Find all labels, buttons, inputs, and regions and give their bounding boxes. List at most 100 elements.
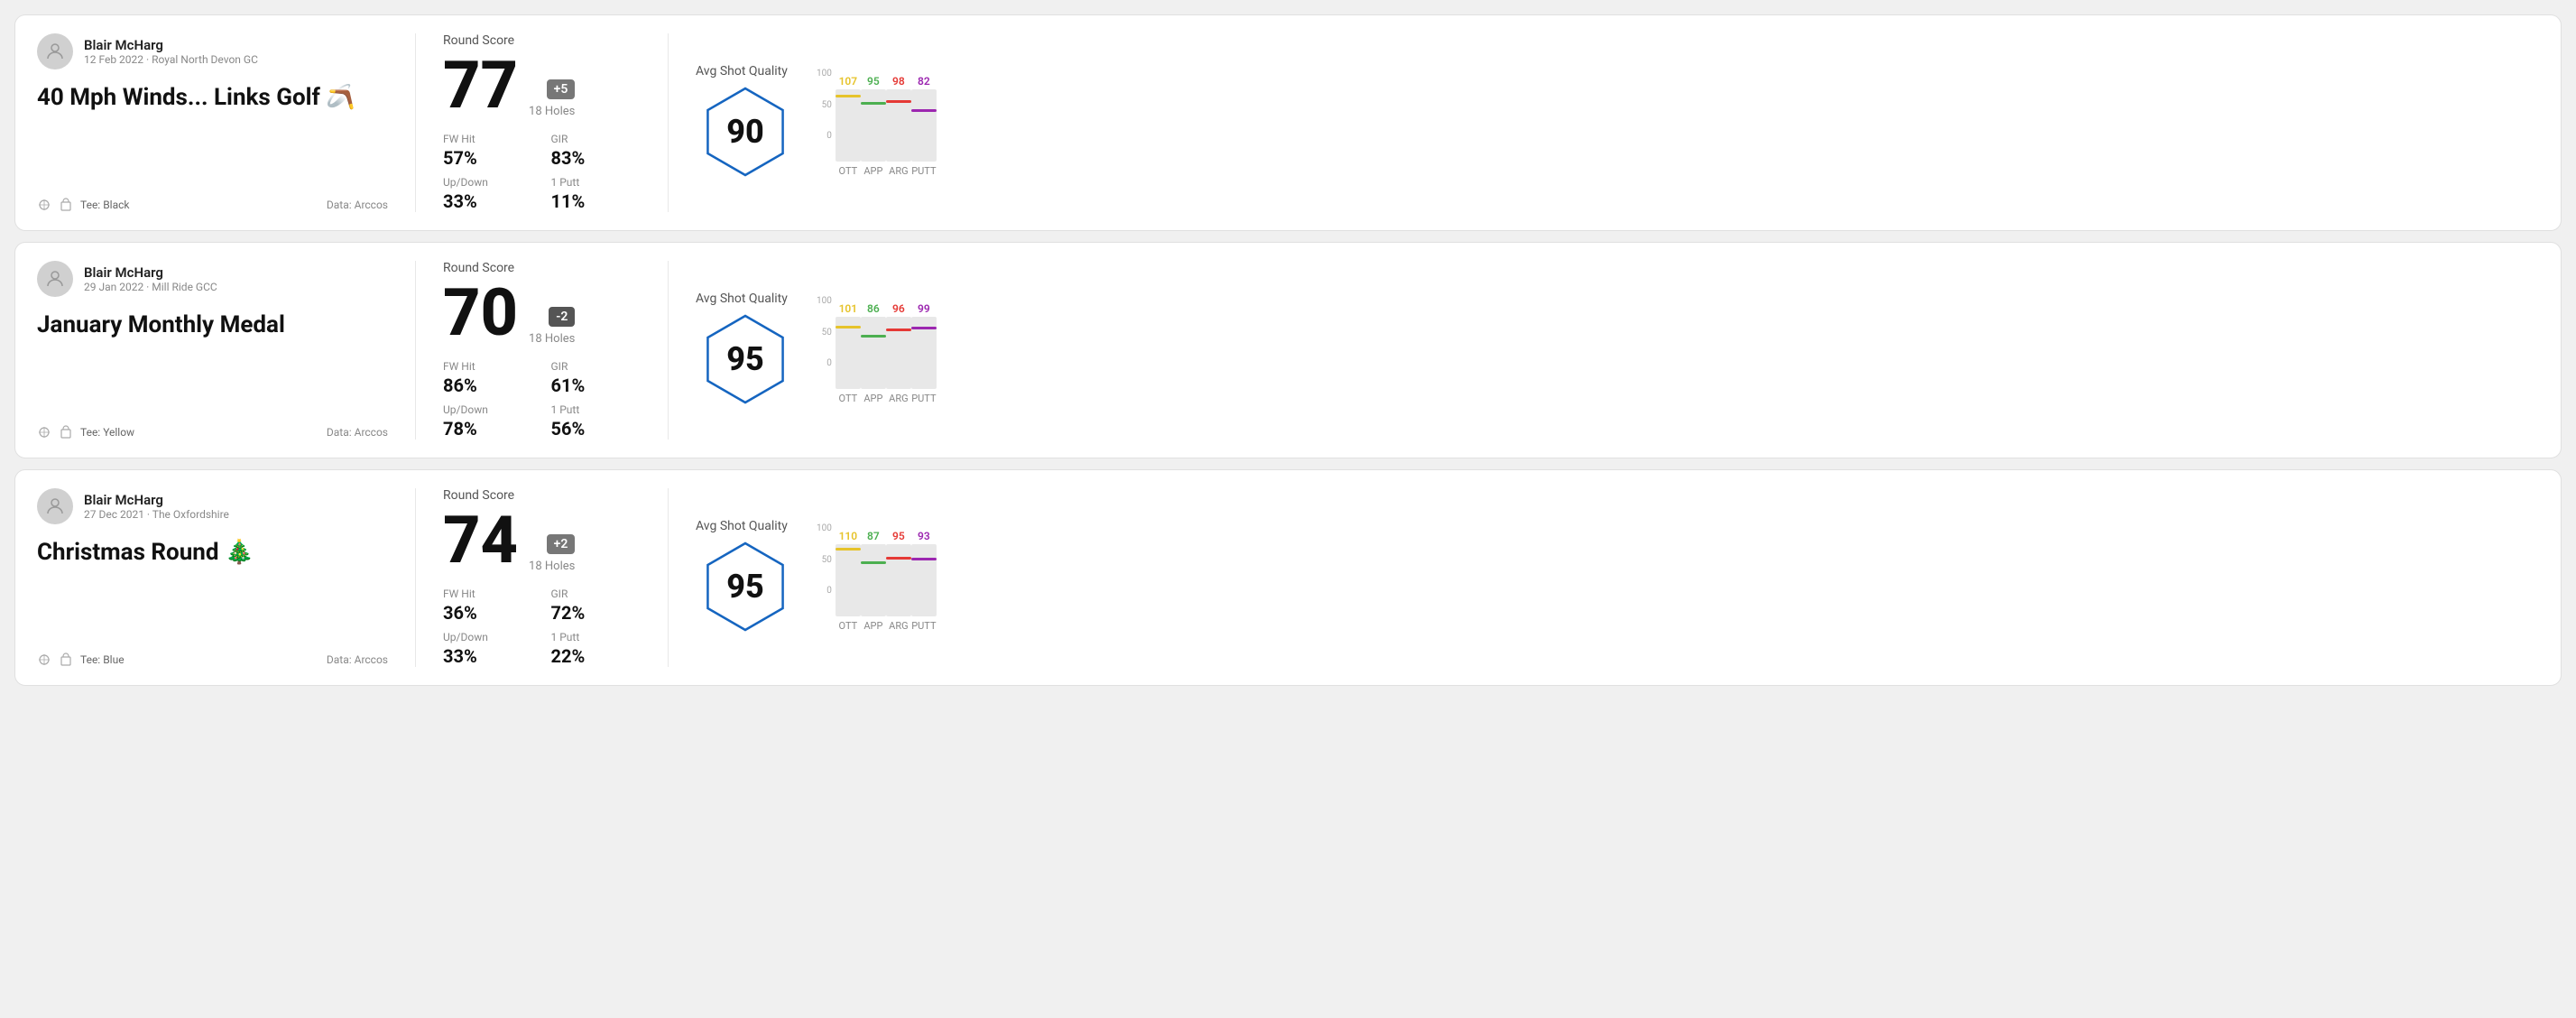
tee-label: Tee: Black (80, 199, 129, 211)
bar-line (911, 109, 937, 112)
stat-value: 78% (443, 418, 533, 440)
chart-column: 107OTT (836, 75, 861, 177)
hex-score: 95 (726, 568, 764, 606)
left-section: Blair McHarg12 Feb 2022 · Royal North De… (37, 33, 416, 212)
bar-value: 99 (918, 302, 930, 315)
bar-container (861, 317, 886, 389)
stats-grid: FW Hit57%GIR83%Up/Down33%1 Putt11% (443, 133, 641, 212)
bar-value: 86 (867, 302, 880, 315)
bar-value: 96 (892, 302, 905, 315)
user-info: Blair McHarg12 Feb 2022 · Royal North De… (84, 37, 258, 66)
bar-bg (861, 317, 886, 389)
chart-label: ARG (889, 165, 908, 177)
bar-bg (911, 89, 937, 162)
bar-line (861, 102, 886, 105)
round-card-round-1: Blair McHarg12 Feb 2022 · Royal North De… (14, 14, 2562, 231)
bar-bg (861, 89, 886, 162)
bar-line (836, 95, 861, 97)
quality-label: Avg Shot Quality (696, 519, 788, 533)
stat-label: GIR (551, 133, 642, 145)
stat-item: GIR61% (551, 360, 642, 396)
user-info: Blair McHarg29 Jan 2022 · Mill Ride GCC (84, 264, 217, 293)
chart-label: OTT (839, 620, 858, 632)
bag-icon (59, 198, 73, 212)
user-meta: 12 Feb 2022 · Royal North Devon GC (84, 53, 258, 66)
bar-chart: 110OTT87APP95ARG93PUTT (836, 523, 937, 632)
stat-value: 36% (443, 602, 533, 624)
bar-line (836, 548, 861, 551)
bar-value: 95 (892, 530, 905, 542)
bar-bg (911, 544, 937, 616)
bar-container (861, 89, 886, 162)
bar-bg (886, 544, 911, 616)
bar-bg (886, 89, 911, 162)
chart-label: APP (863, 620, 882, 632)
stat-label: FW Hit (443, 360, 533, 373)
bar-bg (861, 544, 886, 616)
middle-section: Round Score70-218 HolesFW Hit86%GIR61%Up… (416, 261, 669, 440)
chart-column: 82PUTT (911, 75, 937, 177)
bar-value: 87 (867, 530, 880, 542)
stat-item: FW Hit86% (443, 360, 533, 396)
chart-column: 87 APP (861, 530, 886, 632)
round-card-round-2: Blair McHarg29 Jan 2022 · Mill Ride GCC J… (14, 242, 2562, 458)
bar-bg (886, 317, 911, 389)
stat-item: FW Hit57% (443, 133, 533, 169)
chart-column: 96 ARG (886, 302, 911, 404)
quality-container: Avg Shot Quality 95 (696, 292, 795, 409)
stat-value: 57% (443, 147, 533, 169)
bar-line (861, 561, 886, 564)
user-name: Blair McHarg (84, 492, 229, 508)
stat-item: 1 Putt11% (551, 176, 642, 212)
stat-label: 1 Putt (551, 403, 642, 416)
bar-line (836, 326, 861, 329)
stats-grid: FW Hit86%GIR61%Up/Down78%1 Putt56% (443, 360, 641, 440)
chart-column: 86 APP (861, 302, 886, 404)
quality-label: Avg Shot Quality (696, 292, 788, 306)
bar-bg (836, 89, 861, 162)
bar-chart: 107OTT95APP98ARG82PUTT (836, 69, 937, 177)
round-title: January Monthly Medal (37, 311, 388, 338)
left-section: Blair McHarg29 Jan 2022 · Mill Ride GCC J… (37, 261, 416, 440)
stat-value: 11% (551, 190, 642, 212)
score-number: 70 (443, 281, 518, 346)
chart-section: 100500110OTT87APP95ARG93PUTT (817, 523, 2539, 632)
chart-column: 95APP (861, 75, 886, 177)
bag-icon (59, 425, 73, 440)
bar-value: 101 (839, 302, 858, 315)
bar-container (836, 544, 861, 616)
stat-item: 1 Putt22% (551, 631, 642, 667)
stat-label: Up/Down (443, 176, 533, 189)
score-meta: -218 Holes (529, 307, 575, 346)
chart-y-label: 0 (826, 586, 832, 596)
bar-line (886, 557, 911, 560)
stat-label: Up/Down (443, 631, 533, 643)
chart-label: APP (863, 393, 882, 404)
bar-value: 82 (918, 75, 930, 88)
chart-label: ARG (889, 620, 908, 632)
middle-section: Round Score74+218 HolesFW Hit36%GIR72%Up… (416, 488, 669, 667)
hex-score: 90 (726, 113, 764, 151)
stats-grid: FW Hit36%GIR72%Up/Down33%1 Putt22% (443, 588, 641, 667)
score-number: 74 (443, 508, 518, 573)
tee-info: Tee: Yellow (37, 425, 134, 440)
chart-label: APP (863, 165, 882, 177)
stat-item: GIR72% (551, 588, 642, 624)
chart-label: ARG (889, 393, 908, 404)
weather-icon (37, 652, 51, 667)
chart-section: 100500107OTT95APP98ARG82PUTT (817, 69, 2539, 177)
quality-container: Avg Shot Quality 90 (696, 64, 795, 181)
left-section: Blair McHarg27 Dec 2021 · The Oxfordshir… (37, 488, 416, 667)
chart-y-label: 100 (817, 296, 832, 306)
bar-value: 93 (918, 530, 930, 542)
stat-item: Up/Down33% (443, 631, 533, 667)
stat-value: 83% (551, 147, 642, 169)
bar-line (886, 329, 911, 331)
score-number: 77 (443, 53, 518, 118)
bar-container (836, 317, 861, 389)
bar-line (861, 335, 886, 338)
stat-item: GIR 83% (551, 133, 642, 169)
chart-y-label: 0 (826, 131, 832, 141)
bar-bg (911, 317, 937, 389)
hexagon-wrapper: 95 (696, 310, 795, 409)
